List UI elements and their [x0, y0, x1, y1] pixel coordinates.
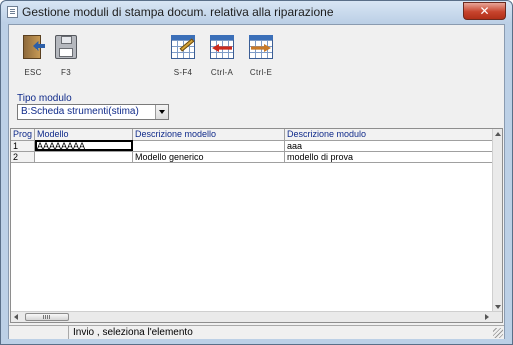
exit-door-icon	[19, 33, 47, 61]
add-row-label: Ctrl-A	[210, 68, 234, 77]
export-row-label: Ctrl-E	[249, 68, 273, 77]
status-bar: Invio , seleziona l'elemento	[9, 325, 504, 339]
close-button[interactable]: ✕	[463, 2, 506, 20]
row-number: 2	[11, 151, 36, 163]
main-window: Gestione moduli di stampa docum. relativ…	[0, 0, 513, 345]
scroll-up-icon[interactable]	[495, 132, 501, 136]
tipo-modulo-select[interactable]: B:Scheda strumenti(stima)	[17, 104, 169, 120]
status-text: Invio , seleziona l'elemento	[73, 327, 193, 338]
cell-modello[interactable]: AAAAAAAA	[34, 140, 134, 152]
table-row[interactable]: 1 AAAAAAAA aaa	[11, 140, 498, 152]
cell-descrizione-modulo[interactable]: modello di prova	[284, 151, 498, 163]
save-button[interactable]: F3	[46, 33, 86, 77]
grid-header-row: Prog Modello Descrizione modello Descriz…	[11, 129, 498, 141]
grid-table: Prog Modello Descrizione modello Descriz…	[11, 129, 498, 163]
grid-arrow-right-icon	[247, 33, 275, 61]
edit-grid-button[interactable]: S-F4	[163, 33, 203, 77]
scroll-left-icon[interactable]	[14, 314, 18, 320]
status-segment	[9, 326, 69, 339]
grid-arrow-left-icon	[208, 33, 236, 61]
save-label: F3	[61, 68, 71, 77]
title-bar[interactable]: Gestione moduli di stampa docum. relativ…	[1, 1, 512, 23]
row-number: 1	[11, 140, 36, 152]
tipo-modulo-label: Tipo modulo	[17, 93, 72, 104]
col-header-modello[interactable]: Modello	[34, 129, 134, 141]
grid-edit-icon	[169, 33, 197, 61]
resize-grip-icon[interactable]	[493, 328, 503, 338]
window-title: Gestione moduli di stampa docum. relativ…	[22, 5, 334, 19]
horizontal-scrollbar[interactable]	[11, 311, 502, 322]
tipo-modulo-value: B:Scheda strumenti(stima)	[21, 106, 139, 117]
add-row-button[interactable]: Ctrl-A	[202, 33, 242, 77]
floppy-save-icon	[52, 33, 80, 61]
modules-grid[interactable]: Prog Modello Descrizione modello Descriz…	[10, 128, 503, 323]
cell-descrizione-modulo[interactable]: aaa	[284, 140, 498, 152]
thumb-grip-icon	[43, 315, 50, 319]
app-icon	[7, 6, 18, 18]
col-header-prog[interactable]: Prog	[11, 129, 36, 141]
cell-descrizione-modello[interactable]	[132, 140, 286, 152]
edit-grid-label: S-F4	[173, 68, 193, 77]
chevron-down-icon[interactable]	[155, 105, 168, 119]
client-area: ESC F3 S-F4 Ctrl-A Ctrl-E Tipo modulo B:…	[8, 24, 505, 339]
col-header-descrizione-modello[interactable]: Descrizione modello	[132, 129, 286, 141]
vertical-scrollbar[interactable]	[492, 129, 502, 312]
table-row[interactable]: 2 Modello generico modello di prova	[11, 151, 498, 163]
col-header-descrizione-modulo[interactable]: Descrizione modulo	[284, 129, 498, 141]
cell-modello[interactable]	[34, 151, 134, 163]
scroll-right-icon[interactable]	[485, 314, 489, 320]
scroll-down-icon[interactable]	[495, 305, 501, 309]
cell-descrizione-modello[interactable]: Modello generico	[132, 151, 286, 163]
export-row-button[interactable]: Ctrl-E	[241, 33, 281, 77]
